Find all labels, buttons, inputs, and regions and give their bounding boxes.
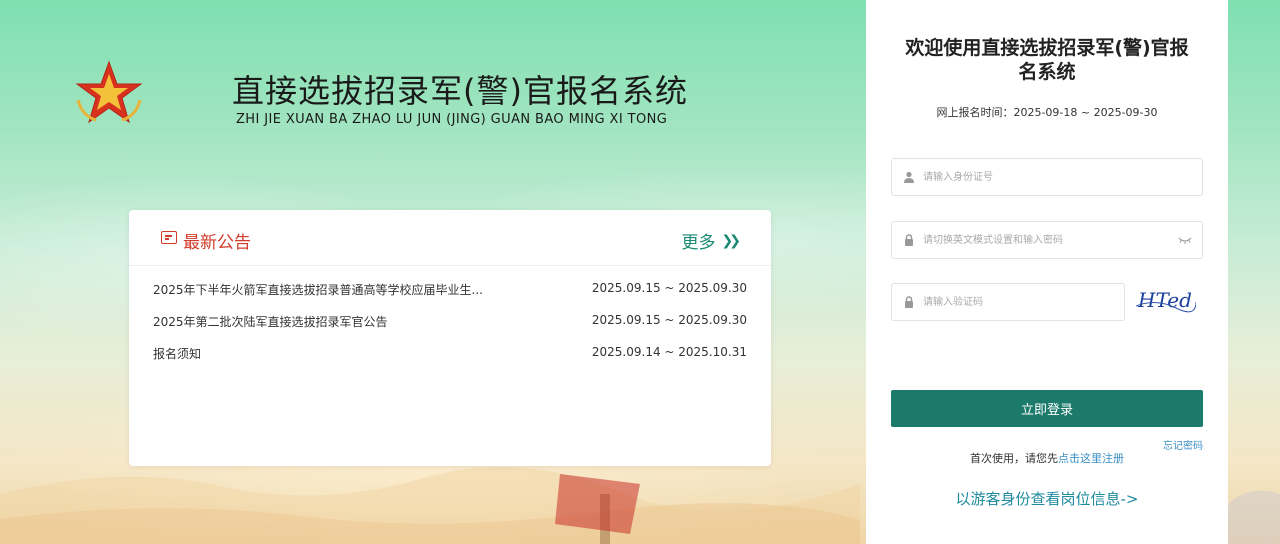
login-title: 欢迎使用直接选拔招录军(警)官报名系统 [905,37,1189,83]
more-link[interactable]: 更多 ❯❯ [681,228,742,254]
list-item[interactable]: 报名须知 2025.09.14 ~ 2025.10.31 [129,336,771,368]
register-link[interactable]: 点击这里注册 [1058,452,1124,465]
list-item[interactable]: 2025年下半年火箭军直接选拔招录普通高等学校应届毕业生... 2025.09.… [129,272,771,304]
site-subtitle: ZHI JIE XUAN BA ZHAO LU JUN (JING) GUAN … [236,112,668,127]
notice-header: 最新公告 更多 ❯❯ [129,210,771,266]
notice-item-title: 2025年第二批次陆军直接选拔招录军官公告 [153,315,388,329]
registration-time: 网上报名时间：2025-09-18 ~ 2025-09-30 [936,106,1158,119]
list-item[interactable]: 2025年第二批次陆军直接选拔招录军官公告 2025.09.15 ~ 2025.… [129,304,771,336]
captcha-input[interactable] [923,284,1113,320]
more-label: 更多 [681,233,716,253]
login-button[interactable]: 立即登录 [891,390,1203,427]
lock-icon [905,234,913,246]
notice-list: 2025年下半年火箭军直接选拔招录普通高等学校应届毕业生... 2025.09.… [129,266,771,368]
notice-heading: 最新公告 [183,233,251,253]
id-number-field [891,158,1203,196]
star-emblem-icon [75,60,143,124]
notice-item-date: 2025.09.14 ~ 2025.10.31 [591,345,747,359]
captcha-image[interactable]: HTed [1136,284,1196,316]
password-field [891,221,1203,259]
login-panel: 欢迎使用直接选拔招录军(警)官报名系统 网上报名时间：2025-09-18 ~ … [866,0,1228,544]
captcha-field [891,283,1125,321]
double-chevron-right-icon: ❯❯ [721,232,742,249]
first-use-note: 首次使用，请您先点击这里注册 [866,450,1228,466]
notice-item-title: 报名须知 [153,347,202,361]
password-input[interactable] [923,222,1173,258]
first-use-text: 首次使用，请您先 [970,452,1058,465]
captcha-text: HTed [1137,288,1192,312]
notice-item-date: 2025.09.15 ~ 2025.09.30 [591,313,747,327]
notice-item-date: 2025.09.15 ~ 2025.09.30 [591,281,747,295]
id-number-input[interactable] [923,159,1193,195]
guest-view-link[interactable]: 以游客身份查看岗位信息-> [866,488,1228,509]
lock-icon [905,296,913,308]
notice-item-title: 2025年下半年火箭军直接选拔招录普通高等学校应届毕业生... [153,283,483,297]
notice-icon [161,231,177,244]
site-title: 直接选拔招录军(警)官报名系统 [232,72,688,110]
notice-card: 最新公告 更多 ❯❯ 2025年下半年火箭军直接选拔招录普通高等学校应届毕业生.… [129,210,771,466]
user-icon [904,171,914,183]
eye-closed-icon[interactable] [1178,236,1192,244]
